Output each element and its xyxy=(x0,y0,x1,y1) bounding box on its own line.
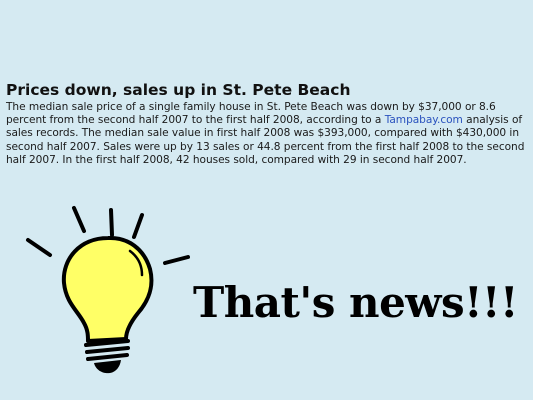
article-headline: Prices down, sales up in St. Pete Beach xyxy=(6,81,351,99)
tampabay-link[interactable]: Tampabay.com xyxy=(385,114,463,126)
article: Prices down, sales up in St. Pete Beach … xyxy=(6,80,528,167)
article-body: The median sale price of a single family… xyxy=(6,101,528,167)
caption-thats-news: That's news!!! xyxy=(193,278,518,327)
lightbulb-icon xyxy=(26,206,190,374)
